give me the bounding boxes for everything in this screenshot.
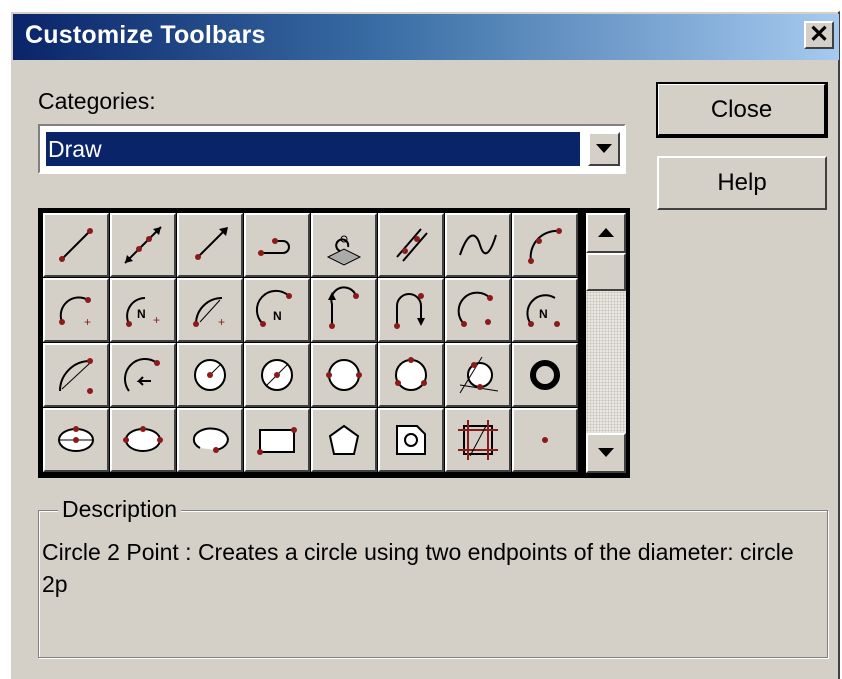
toolbar-button[interactable] <box>177 213 243 277</box>
line-icon <box>59 228 93 262</box>
toolbar-icon-grid: + N + + N N <box>38 208 630 478</box>
close-button-label: Close <box>710 95 773 123</box>
toolbar-button[interactable] <box>110 408 176 472</box>
toolbar-button[interactable] <box>378 343 444 407</box>
toolbar-button[interactable]: N + <box>110 278 176 342</box>
categories-dropdown[interactable]: Draw <box>38 124 626 174</box>
description-text: Circle 2 Point : Creates a circle using … <box>42 539 794 597</box>
dropdown-button[interactable] <box>588 132 620 166</box>
arc-start-end-direction-icon <box>328 286 359 329</box>
scroll-thumb[interactable] <box>586 253 626 291</box>
arc-center-start-end-icon <box>457 291 493 327</box>
toolbar-button[interactable] <box>378 213 444 277</box>
toolbar-button[interactable] <box>445 343 511 407</box>
toolbar-button[interactable] <box>177 343 243 407</box>
toolbar-buttons: + N + + N N <box>43 213 583 473</box>
ray-icon <box>195 227 228 260</box>
3d-polyline-icon <box>326 235 362 266</box>
ellipse-arc-icon <box>192 427 229 453</box>
polygon-icon <box>328 424 360 455</box>
toolbar-button[interactable] <box>43 343 109 407</box>
help-button-label: Help <box>717 169 767 196</box>
svg-text:N: N <box>273 309 282 323</box>
point-icon <box>542 437 548 443</box>
toolbar-button[interactable] <box>512 343 578 407</box>
arrow-up-icon <box>598 228 614 237</box>
svg-text:+: + <box>218 315 225 329</box>
svg-text:+: + <box>84 315 91 329</box>
toolbar-button[interactable] <box>512 408 578 472</box>
vertical-scrollbar[interactable] <box>586 213 626 473</box>
arrow-down-icon <box>598 448 614 457</box>
svg-text:+: + <box>153 313 160 327</box>
toolbar-button[interactable] <box>445 278 511 342</box>
window-title: Customize Toolbars <box>25 21 266 49</box>
chevron-down-icon <box>596 144 612 153</box>
toolbar-button[interactable] <box>311 213 377 277</box>
svg-text:N: N <box>137 307 146 321</box>
ellipse-center-icon <box>58 426 94 452</box>
circle-3point-icon <box>395 357 427 391</box>
toolbar-button[interactable] <box>311 278 377 342</box>
categories-selected-value: Draw <box>46 132 580 166</box>
xline-icon <box>124 226 162 264</box>
scroll-down-button[interactable] <box>586 433 626 473</box>
toolbar-button[interactable] <box>244 343 310 407</box>
scroll-up-button[interactable] <box>586 213 626 253</box>
window-close-button[interactable]: ✕ <box>804 21 834 49</box>
toolbar-button[interactable]: N <box>244 278 310 342</box>
toolbar-button[interactable] <box>43 213 109 277</box>
arc-center-start-length-icon <box>59 358 93 394</box>
arc-start-center-end-icon: + <box>59 296 91 329</box>
toolbar-button[interactable]: N <box>512 278 578 342</box>
toolbar-button[interactable] <box>110 213 176 277</box>
boundary-icon <box>458 420 498 460</box>
donut-icon <box>530 360 560 390</box>
toolbar-button[interactable] <box>177 408 243 472</box>
rectangle-icon <box>257 427 297 455</box>
help-button[interactable]: Help <box>657 156 827 210</box>
toolbar-button[interactable] <box>512 213 578 277</box>
circle-center-radius-icon <box>194 359 226 391</box>
arc-start-center-angle-icon: N + <box>126 297 160 327</box>
circle-tan-tan-radius-icon <box>459 356 499 394</box>
arc-3point-icon <box>528 228 562 264</box>
region-icon <box>396 425 426 455</box>
arc-continue-icon <box>124 358 160 392</box>
description-legend: Description <box>58 496 182 523</box>
toolbar-button[interactable] <box>110 343 176 407</box>
polyline-icon <box>258 238 290 256</box>
toolbar-button[interactable] <box>311 408 377 472</box>
toolbar-button[interactable]: + <box>177 278 243 342</box>
multiline-icon <box>396 228 428 262</box>
circle-2point-icon <box>326 359 362 391</box>
toolbar-button[interactable] <box>244 213 310 277</box>
toolbar-button[interactable] <box>445 213 511 277</box>
toolbar-button[interactable] <box>244 408 310 472</box>
circle-center-diameter-icon <box>261 359 293 391</box>
toolbar-button[interactable] <box>445 408 511 472</box>
arc-center-start-angle-icon: N <box>526 294 560 327</box>
close-icon: ✕ <box>808 21 830 48</box>
spline-icon <box>459 234 497 256</box>
toolbar-button[interactable] <box>311 343 377 407</box>
toolbar-button[interactable] <box>378 408 444 472</box>
categories-label: Categories: <box>38 88 156 114</box>
svg-text:N: N <box>539 307 548 321</box>
arc-start-center-length-icon: + <box>193 297 225 329</box>
title-bar[interactable]: Customize Toolbars ✕ <box>13 14 839 60</box>
ellipse-axis-end-icon <box>123 426 163 452</box>
arc-start-end-angle-icon: N <box>255 289 292 327</box>
toolbar-button[interactable] <box>378 278 444 342</box>
close-button[interactable]: Close <box>656 82 828 138</box>
arc-start-end-radius-icon <box>394 293 425 329</box>
toolbar-button[interactable] <box>43 408 109 472</box>
toolbar-button[interactable]: + <box>43 278 109 342</box>
